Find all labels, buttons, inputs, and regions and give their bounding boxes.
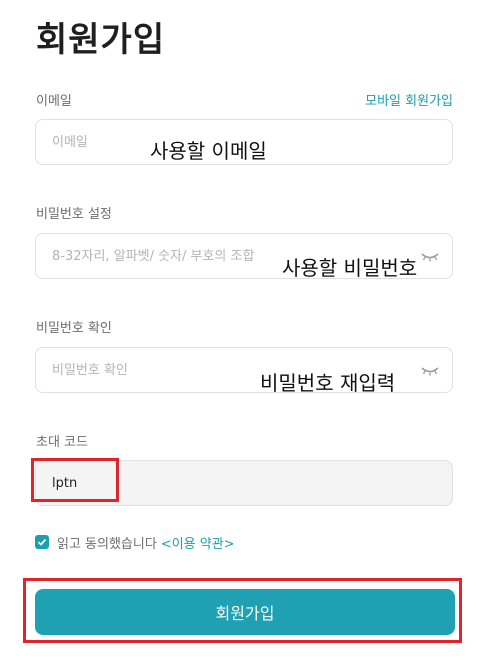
email-label: 이메일: [36, 94, 72, 109]
mobile-signup-link[interactable]: 모바일 회원가입: [365, 90, 453, 109]
terms-agree-text: 읽고 동의했습니다: [57, 536, 157, 552]
eye-hidden-icon[interactable]: [420, 362, 440, 378]
password-annotation: 사용할 비밀번호: [282, 256, 418, 280]
terms-checkbox[interactable]: [35, 535, 49, 549]
password-confirm-label: 비밀번호 확인: [36, 321, 112, 336]
eye-hidden-icon[interactable]: [420, 248, 440, 264]
submit-highlight: [23, 578, 462, 643]
terms-agree-row: 읽고 동의했습니다 <이용 약관>: [35, 532, 235, 552]
check-icon: [37, 538, 47, 546]
invite-code-label: 초대 코드: [36, 435, 88, 450]
password-confirm-annotation: 비밀번호 재입력: [260, 371, 396, 395]
terms-link[interactable]: <이용 약관>: [161, 533, 235, 552]
password-label: 비밀번호 설정: [36, 207, 112, 222]
page-title: 회원가입: [36, 20, 166, 60]
invite-code-highlight: [31, 458, 119, 502]
email-annotation: 사용할 이메일: [150, 139, 267, 163]
